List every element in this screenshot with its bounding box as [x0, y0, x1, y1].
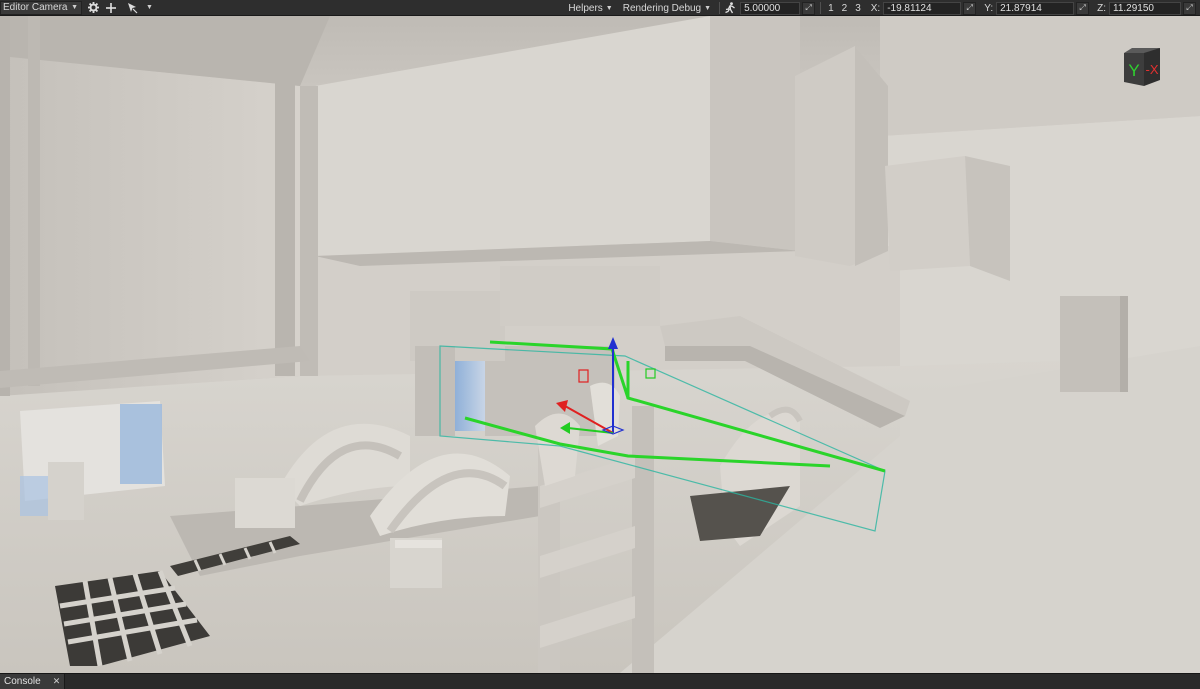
- bottom-panel-bar: Console ✕: [0, 673, 1200, 689]
- expand-arrows-icon[interactable]: ⤢: [1076, 1, 1090, 15]
- console-tab-label: Console: [4, 676, 41, 687]
- expand-arrows-icon[interactable]: ⤢: [963, 1, 977, 15]
- divider: [820, 2, 822, 14]
- x-label: X:: [870, 2, 881, 14]
- running-man-icon: [723, 1, 737, 15]
- nav-cube-y-label: Y: [1128, 61, 1139, 80]
- tab-console[interactable]: Console ✕: [0, 674, 66, 689]
- chevron-down-icon: ▼: [704, 4, 712, 12]
- chevron-down-icon: ▼: [605, 4, 613, 12]
- scene-render: [0, 16, 1200, 673]
- select-tool-icon[interactable]: [126, 1, 140, 15]
- navigation-cube[interactable]: Y -X: [1122, 46, 1162, 86]
- y-coordinate-field[interactable]: 21.87914: [996, 1, 1075, 15]
- camera-speed-value: 5.00000: [744, 2, 781, 14]
- plus-icon[interactable]: [104, 1, 118, 15]
- nav-cube-x-label: -X: [1146, 62, 1159, 77]
- chevron-down-icon: ▼: [71, 4, 78, 11]
- x-coordinate-field[interactable]: -19.81124: [883, 1, 962, 15]
- chevron-down-icon[interactable]: ▼: [146, 4, 153, 11]
- z-coordinate-value: 11.29150: [1113, 2, 1154, 14]
- 3d-viewport[interactable]: Y -X: [0, 16, 1200, 673]
- viewport-toolbar: Editor Camera ▼ ▼ Helpers ▼ Rendering De…: [0, 0, 1200, 16]
- expand-arrows-icon[interactable]: ⤢: [802, 1, 816, 15]
- camera-select[interactable]: Editor Camera ▼: [0, 0, 82, 15]
- x-coordinate-value: -19.81124: [887, 2, 932, 14]
- rendering-debug-label: Rendering Debug: [622, 2, 702, 14]
- y-label: Y:: [984, 2, 994, 14]
- z-coordinate-field[interactable]: 11.29150: [1109, 1, 1181, 15]
- helpers-menu[interactable]: Helpers ▼: [563, 3, 617, 14]
- layer-button-1[interactable]: 1: [824, 3, 838, 14]
- divider: [719, 2, 721, 14]
- camera-select-value: Editor Camera: [3, 2, 68, 13]
- gear-icon[interactable]: [86, 1, 100, 15]
- rendering-debug-menu[interactable]: Rendering Debug ▼: [618, 3, 716, 14]
- editor-window: Editor Camera ▼ ▼ Helpers ▼ Rendering De…: [0, 0, 1200, 689]
- layer-button-3[interactable]: 3: [851, 3, 865, 14]
- layer-button-2[interactable]: 2: [838, 3, 852, 14]
- z-label: Z:: [1097, 2, 1106, 14]
- y-coordinate-value: 21.87914: [1000, 2, 1042, 14]
- expand-arrows-icon[interactable]: ⤢: [1183, 1, 1196, 15]
- camera-speed-field[interactable]: 5.00000: [740, 1, 801, 15]
- close-icon[interactable]: ✕: [53, 676, 61, 687]
- helpers-label: Helpers: [568, 2, 603, 14]
